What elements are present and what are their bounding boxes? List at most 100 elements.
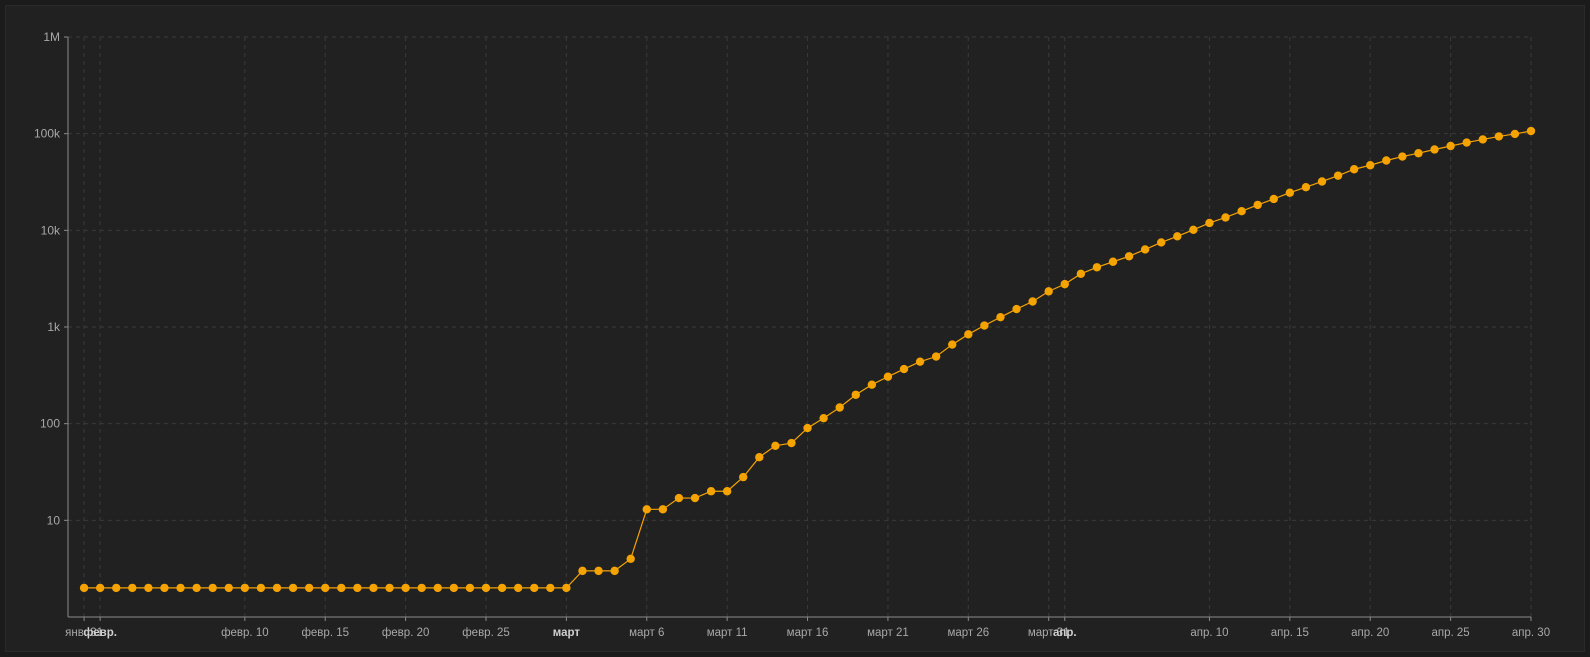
data-point[interactable]	[803, 423, 812, 433]
data-point[interactable]	[128, 583, 137, 593]
data-point[interactable]	[513, 583, 523, 593]
data-point[interactable]	[674, 493, 684, 503]
data-point[interactable]	[1526, 126, 1536, 136]
data-point[interactable]	[224, 583, 233, 593]
data-point[interactable]	[497, 583, 507, 593]
data-point[interactable]	[915, 357, 925, 366]
data-point[interactable]	[899, 364, 909, 374]
x-tick-label: апр. 15	[1271, 627, 1309, 639]
data-point[interactable]	[208, 583, 217, 593]
data-point[interactable]	[1285, 188, 1295, 197]
x-tick-label: март 21	[867, 627, 909, 639]
x-tick-label: февр. 15	[301, 627, 349, 639]
data-point[interactable]	[401, 583, 410, 593]
data-point[interactable]	[1108, 257, 1118, 266]
data-point[interactable]	[562, 583, 571, 593]
data-point[interactable]	[1317, 177, 1327, 186]
data-point[interactable]	[160, 583, 169, 593]
data-point[interactable]	[465, 583, 475, 593]
data-point[interactable]	[1478, 135, 1487, 144]
data-point[interactable]	[1205, 218, 1214, 228]
data-point[interactable]	[176, 583, 185, 593]
data-point[interactable]	[739, 472, 748, 482]
data-point[interactable]	[755, 452, 764, 462]
data-point[interactable]	[95, 583, 105, 593]
data-point[interactable]	[1414, 149, 1423, 158]
y-tick-label: 10k	[41, 223, 61, 237]
data-point[interactable]	[530, 583, 539, 593]
data-point[interactable]	[1221, 213, 1230, 222]
data-point[interactable]	[1092, 263, 1102, 272]
data-point[interactable]	[1060, 279, 1069, 289]
x-tick-label: апр. 30	[1512, 627, 1550, 639]
data-point[interactable]	[144, 583, 153, 593]
data-point[interactable]	[851, 390, 860, 399]
data-point[interactable]	[417, 583, 426, 593]
data-point[interactable]	[1237, 207, 1246, 216]
data-point[interactable]	[1028, 297, 1037, 306]
data-point[interactable]	[610, 566, 619, 576]
data-point[interactable]	[256, 583, 266, 593]
data-point[interactable]	[546, 583, 555, 593]
data-point[interactable]	[1189, 225, 1198, 234]
data-point[interactable]	[1462, 138, 1471, 147]
data-point[interactable]	[771, 441, 780, 451]
data-point[interactable]	[835, 403, 844, 412]
data-point[interactable]	[1430, 145, 1439, 154]
data-point[interactable]	[1398, 152, 1407, 161]
data-point[interactable]	[1012, 304, 1021, 314]
data-point[interactable]	[1140, 245, 1150, 254]
data-point[interactable]	[1349, 165, 1359, 174]
data-point[interactable]	[304, 583, 314, 593]
data-point[interactable]	[787, 438, 796, 448]
data-point[interactable]	[626, 554, 635, 563]
data-point[interactable]	[369, 583, 378, 593]
data-point[interactable]	[288, 583, 298, 593]
x-tick-label: март	[553, 627, 581, 639]
data-point[interactable]	[948, 340, 957, 349]
data-point[interactable]	[1044, 287, 1053, 296]
data-point[interactable]	[385, 583, 394, 593]
data-point[interactable]	[1253, 200, 1262, 210]
data-point[interactable]	[449, 583, 459, 593]
y-tick-label: 100	[40, 417, 60, 431]
data-point[interactable]	[883, 372, 893, 381]
data-point[interactable]	[964, 330, 973, 339]
data-point[interactable]	[996, 312, 1005, 322]
data-point[interactable]	[481, 583, 491, 593]
data-point[interactable]	[722, 487, 732, 496]
data-point[interactable]	[642, 505, 651, 514]
data-point[interactable]	[1382, 156, 1391, 165]
data-point[interactable]	[980, 321, 989, 330]
data-point[interactable]	[79, 583, 89, 593]
data-point[interactable]	[272, 583, 282, 593]
data-point[interactable]	[112, 583, 121, 593]
data-point[interactable]	[1157, 238, 1166, 247]
data-point[interactable]	[240, 583, 250, 593]
data-point[interactable]	[433, 583, 442, 593]
data-point[interactable]	[192, 583, 201, 593]
data-point[interactable]	[819, 413, 828, 423]
x-tick-label: февр. 10	[221, 627, 269, 639]
data-point[interactable]	[1446, 141, 1455, 151]
data-point[interactable]	[931, 352, 941, 361]
data-point[interactable]	[690, 493, 700, 503]
data-point[interactable]	[337, 583, 346, 593]
data-point[interactable]	[1366, 161, 1375, 170]
x-tick-label: февр. 20	[382, 627, 430, 639]
data-point[interactable]	[1510, 129, 1520, 139]
data-point[interactable]	[1076, 269, 1086, 279]
data-point[interactable]	[1333, 171, 1343, 180]
data-point[interactable]	[867, 380, 877, 389]
data-point[interactable]	[1269, 194, 1278, 204]
data-point[interactable]	[706, 487, 716, 496]
data-point[interactable]	[1494, 132, 1504, 141]
data-point[interactable]	[1173, 232, 1182, 241]
data-point[interactable]	[578, 566, 587, 576]
data-point[interactable]	[353, 583, 362, 593]
data-point[interactable]	[1124, 252, 1134, 261]
data-point[interactable]	[321, 583, 330, 593]
data-point[interactable]	[594, 566, 603, 576]
data-point[interactable]	[1301, 183, 1311, 192]
data-point[interactable]	[658, 505, 668, 514]
